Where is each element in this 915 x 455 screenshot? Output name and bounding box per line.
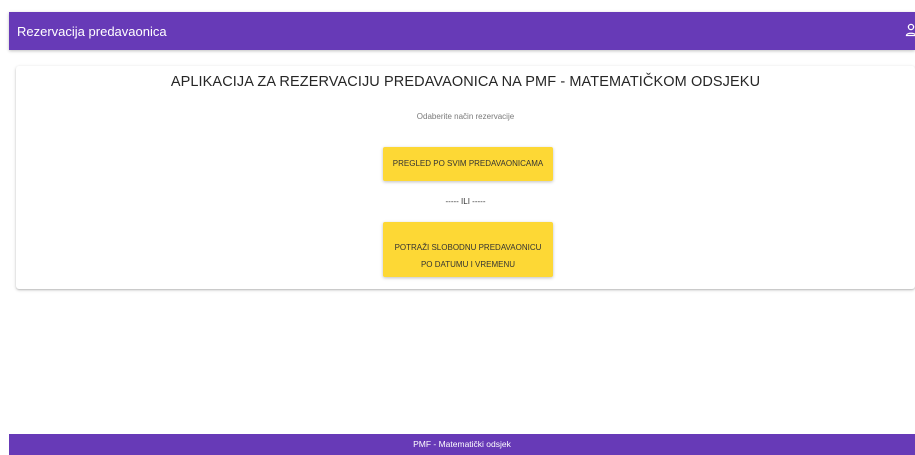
browse-all-rooms-button[interactable]: PREGLED PO SVIM PREDAVAONICAMA xyxy=(383,147,553,181)
search-button-line-1: POTRAŽI SLOBODNU PREDAVAONICU xyxy=(394,242,542,252)
page: Rezervacija predavaonica APLIKACIJA ZA R… xyxy=(0,0,915,455)
reservation-method-prompt: Odaberite način rezervacije xyxy=(416,112,515,121)
search-free-room-button[interactable]: POTRAŽI SLOBODNU PREDAVAONICU PO DATUMU … xyxy=(383,222,553,277)
page-title: APLIKACIJA ZA REZERVACIJU PREDAVAONICA N… xyxy=(170,74,761,90)
or-separator: ----- ILI ----- xyxy=(445,197,486,206)
app-toolbar: Rezervacija predavaonica xyxy=(9,12,915,50)
user-icon[interactable] xyxy=(905,22,915,38)
reservation-card: APLIKACIJA ZA REZERVACIJU PREDAVAONICA N… xyxy=(16,66,915,289)
footer: PMF - Matematički odsjek xyxy=(9,434,915,455)
app-title[interactable]: Rezervacija predavaonica xyxy=(17,24,167,39)
search-button-line-2: PO DATUMU I VREMENU xyxy=(420,259,516,269)
